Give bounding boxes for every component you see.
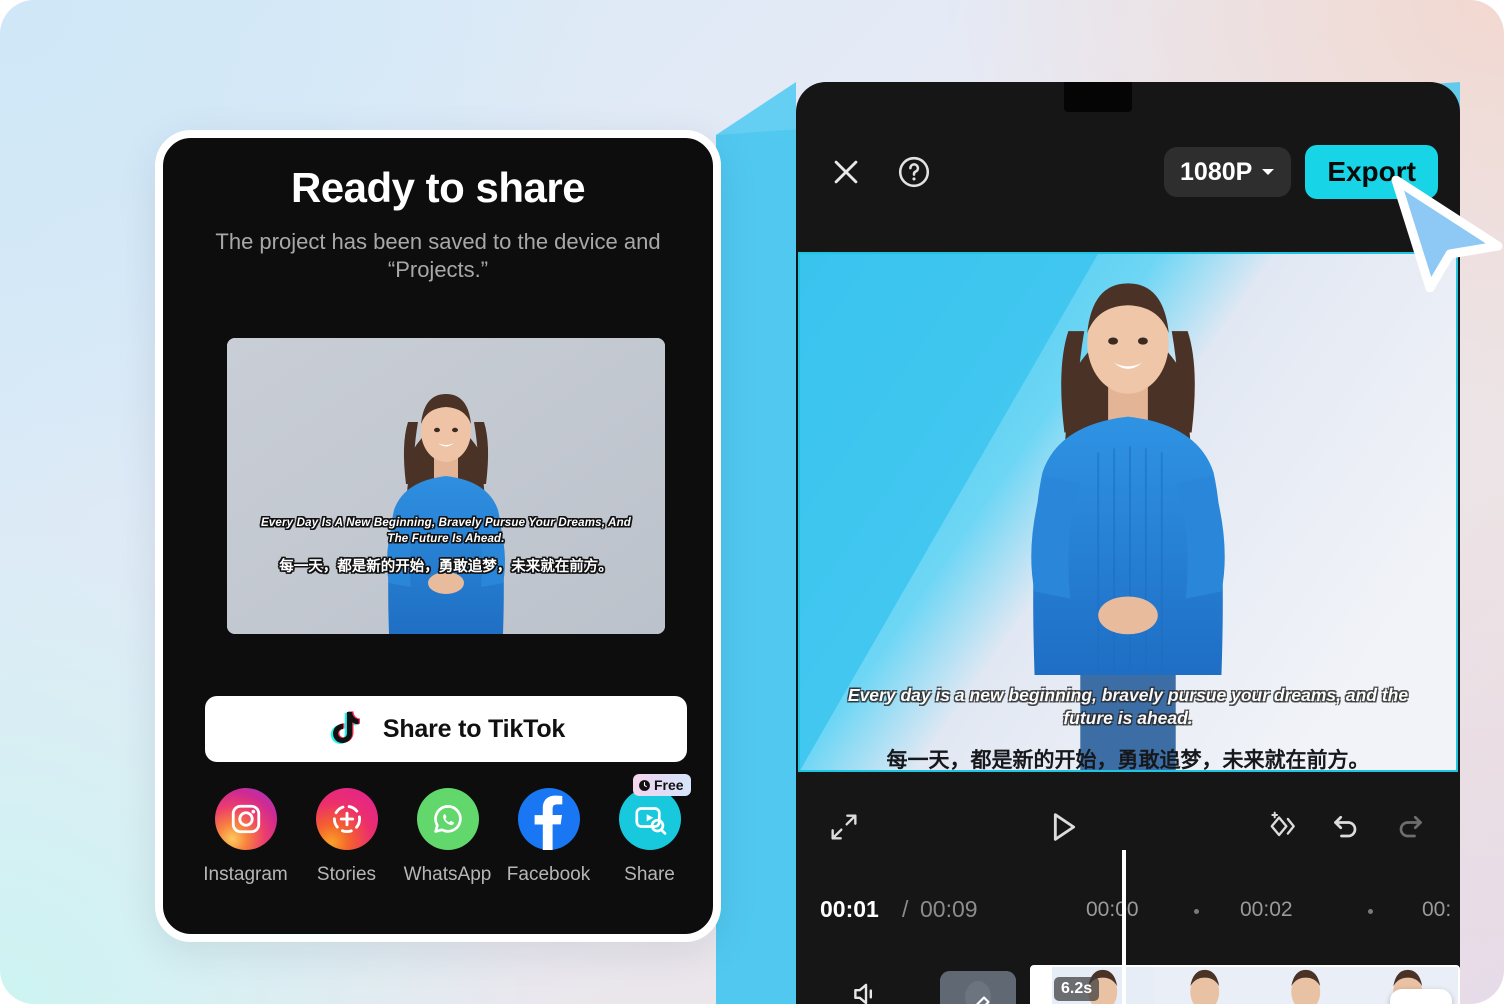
speaker-mute-icon: [854, 983, 873, 1004]
preview-subtitle-en: Every day is a new beginning, bravely pu…: [847, 685, 1409, 728]
clip-frame: [1255, 967, 1357, 1004]
redo-button[interactable]: [1386, 803, 1434, 851]
resolution-selector[interactable]: 1080P: [1164, 147, 1292, 197]
mute-clip-audio-button[interactable]: Mute clip audio: [796, 977, 936, 1004]
fullscreen-button[interactable]: [822, 805, 866, 849]
fullscreen-icon: [831, 814, 857, 840]
resolution-value: 1080P: [1180, 157, 1253, 186]
timeline-playhead[interactable]: [1122, 850, 1126, 1004]
ruler-tick: [1368, 909, 1373, 914]
timeline-track-row: Mute clip audio Cover 6.2s: [796, 954, 1460, 1004]
thumbnail-figure: [227, 338, 665, 634]
facebook-icon: [534, 795, 562, 850]
project-thumbnail[interactable]: Every Day Is A New Beginning, Bravely Pu…: [227, 338, 665, 634]
stories-circle: [315, 788, 378, 850]
close-icon: [834, 160, 858, 184]
share-target-label: WhatsApp: [403, 864, 492, 885]
play-icon: [1053, 813, 1076, 841]
share-video-search-icon: [634, 807, 666, 835]
share-target-more[interactable]: C: [700, 788, 722, 886]
share-panel: Ready to share The project has been save…: [155, 130, 721, 942]
more-app-circle: [720, 788, 722, 850]
share-target-label: Facebook: [506, 864, 591, 885]
panel-subtitle: The project has been saved to the device…: [215, 229, 661, 282]
instagram-stories-icon: [332, 804, 361, 834]
plus-icon: [1401, 1000, 1441, 1004]
ruler-tick: [1194, 909, 1199, 914]
total-time: 00:09: [920, 896, 978, 922]
screenshot-root: Ready to share The project has been save…: [0, 0, 1504, 1004]
instagram-icon: [231, 804, 260, 834]
tiktok-icon: [330, 711, 360, 744]
clock-icon: [639, 779, 650, 791]
pointer-cursor: [1391, 176, 1503, 292]
add-clip-button[interactable]: [1390, 989, 1452, 1004]
thumbnail-subtitle-zh: 每一天，都是新的开始，勇敢追梦，未来就在前方。: [279, 559, 613, 575]
help-circle-icon: [898, 156, 930, 188]
preview-subtitle-zh: 每一天，都是新的开始，勇敢追梦，未来就在前方。: [886, 749, 1370, 772]
redo-icon: [1399, 815, 1422, 838]
thumbnail-subtitle-en: Every Day Is A New Beginning, Bravely Pu…: [260, 517, 632, 545]
pencil-icon: [975, 996, 990, 1004]
play-button[interactable]: [1034, 799, 1090, 855]
device-notch: [1064, 82, 1132, 112]
video-editor-panel: 1080P Export Every day is a new beginnin…: [796, 82, 1460, 1004]
chevron-down-icon: [1262, 169, 1275, 175]
timeline-header: 00:01 / 00:09 00:00 00:02 00:: [796, 882, 1460, 940]
clip-left-handle[interactable]: [1032, 967, 1052, 1004]
cover-button[interactable]: Cover: [940, 971, 1016, 1004]
video-clip-strip[interactable]: 6.2s: [1030, 965, 1460, 1004]
clip-frame-image: [1153, 967, 1255, 1004]
clip-frame-image: [1255, 967, 1357, 1004]
share-target-stories[interactable]: Stories: [296, 788, 397, 886]
video-preview[interactable]: Every day is a new beginning, bravely pu…: [798, 252, 1458, 772]
ruler-label-2: 00:: [1422, 898, 1452, 921]
ruler-label-1: 00:02: [1240, 898, 1293, 921]
share-target-label: Stories: [316, 864, 377, 885]
keyframe-button[interactable]: [1258, 803, 1306, 851]
keyframe-add-icon: [1270, 811, 1295, 837]
instagram-circle: [214, 788, 277, 850]
free-badge-label: Free: [654, 777, 684, 793]
share-target-label: Instagram: [203, 864, 288, 885]
clip-duration-chip: 6.2s: [1054, 977, 1100, 1001]
share-target-share[interactable]: Free Share: [599, 774, 700, 886]
facebook-circle: [517, 788, 580, 850]
close-button[interactable]: [818, 144, 874, 200]
ruler-label-0: 00:00: [1086, 898, 1139, 921]
share-target-facebook[interactable]: Facebook: [498, 788, 599, 886]
share-target-label: Share: [624, 864, 675, 885]
clip-frame: [1153, 967, 1255, 1004]
editor-top-bar: 1080P Export: [796, 122, 1460, 222]
free-badge: Free: [633, 774, 691, 796]
whatsapp-circle: [416, 788, 479, 850]
share-targets-row: Instagram Stories WhatsApp Facebook Free…: [163, 774, 713, 886]
help-button[interactable]: [886, 144, 942, 200]
share-circle: [618, 788, 681, 850]
share-to-tiktok-button[interactable]: Share to TikTok: [205, 696, 687, 762]
undo-icon: [1334, 815, 1357, 838]
whatsapp-icon: [433, 805, 462, 833]
page-title: Ready to share: [290, 164, 586, 211]
undo-button[interactable]: [1322, 803, 1370, 851]
share-to-tiktok-label: Share to TikTok: [382, 714, 566, 743]
share-target-instagram[interactable]: Instagram: [195, 788, 296, 886]
current-time: 00:01: [820, 896, 879, 922]
share-target-whatsapp[interactable]: WhatsApp: [397, 788, 498, 886]
editor-toolbar: [796, 782, 1460, 872]
time-separator: /: [902, 896, 909, 922]
